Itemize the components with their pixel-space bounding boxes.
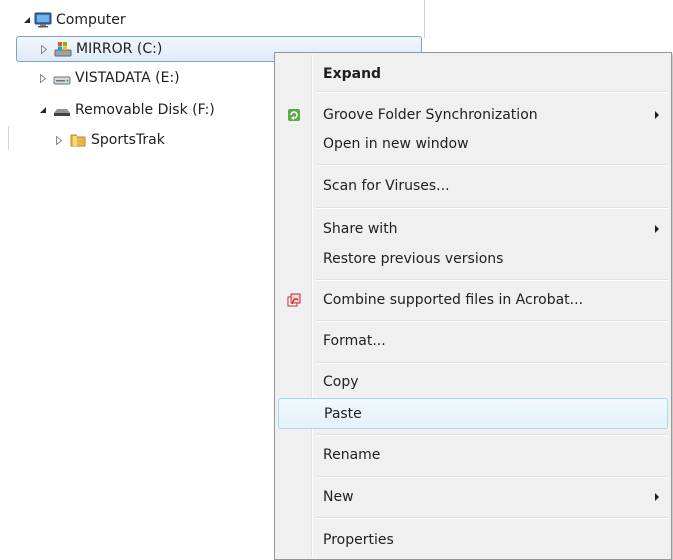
menu-item-label: Format... <box>323 333 386 349</box>
tree-item-computer[interactable]: Computer <box>22 8 126 32</box>
submenu-arrow-icon <box>654 224 660 234</box>
acrobat-icon <box>286 292 302 308</box>
menu-separator <box>316 207 668 209</box>
tree-item-removable-disk-f[interactable]: Removable Disk (F:) <box>38 98 215 122</box>
hard-drive-icon <box>53 70 71 86</box>
menu-item-share-with[interactable]: Share with <box>278 216 668 242</box>
pane-divider <box>424 0 425 38</box>
menu-item-expand[interactable]: Expand <box>278 61 668 87</box>
menu-item-label: Expand <box>323 66 382 82</box>
collapsed-arrow-icon[interactable] <box>54 135 64 145</box>
menu-item-label: Paste <box>324 405 362 422</box>
menu-separator <box>316 279 668 281</box>
menu-item-label: Copy <box>323 374 359 390</box>
folder-icon <box>69 132 87 148</box>
expanded-arrow-icon[interactable] <box>22 15 32 25</box>
tree-item-sportstrak[interactable]: SportsTrak <box>54 128 165 152</box>
windows-drive-icon <box>54 41 72 57</box>
menu-item-paste[interactable]: Paste <box>278 398 668 429</box>
menu-item-label: Rename <box>323 447 381 463</box>
tree-item-label: VISTADATA (E:) <box>75 70 180 86</box>
collapsed-arrow-icon[interactable] <box>38 73 48 83</box>
menu-item-scan-viruses[interactable]: Scan for Viruses... <box>278 173 668 199</box>
menu-item-rename[interactable]: Rename <box>278 442 668 468</box>
groove-icon <box>286 107 302 123</box>
menu-separator <box>316 517 668 519</box>
menu-item-label: Restore previous versions <box>323 251 504 267</box>
menu-item-copy[interactable]: Copy <box>278 369 668 395</box>
context-menu: Expand Groove Folder Synchronization Ope… <box>274 52 672 560</box>
submenu-arrow-icon <box>654 492 660 502</box>
menu-item-label: Share with <box>323 221 398 237</box>
collapsed-arrow-icon[interactable] <box>39 44 49 54</box>
menu-item-label: New <box>323 489 354 505</box>
menu-item-label: Groove Folder Synchronization <box>323 107 538 123</box>
tree-item-label: SportsTrak <box>91 132 165 148</box>
menu-separator <box>316 434 668 436</box>
submenu-arrow-icon <box>654 110 660 120</box>
menu-item-label: Properties <box>323 532 394 548</box>
menu-item-properties[interactable]: Properties <box>278 527 668 553</box>
menu-item-label: Scan for Viruses... <box>323 178 450 194</box>
menu-item-combine-acrobat[interactable]: Combine supported files in Acrobat... <box>278 287 668 313</box>
computer-icon <box>34 12 52 28</box>
menu-separator <box>316 320 668 322</box>
tree-item-label: MIRROR (C:) <box>76 41 163 57</box>
menu-item-new[interactable]: New <box>278 484 668 510</box>
menu-item-open-new-window[interactable]: Open in new window <box>278 131 668 157</box>
tree-item-label: Removable Disk (F:) <box>75 102 215 118</box>
menu-item-format[interactable]: Format... <box>278 328 668 354</box>
expanded-arrow-icon[interactable] <box>38 105 48 115</box>
removable-disk-icon <box>53 102 71 118</box>
menu-separator <box>316 476 668 478</box>
menu-separator <box>316 362 668 364</box>
tree-item-label: Computer <box>56 12 126 28</box>
tree-guide-line <box>8 126 9 150</box>
menu-separator <box>316 91 668 93</box>
menu-separator <box>316 164 668 166</box>
menu-item-restore-versions[interactable]: Restore previous versions <box>278 246 668 272</box>
menu-item-label: Combine supported files in Acrobat... <box>323 292 584 308</box>
tree-item-vistadata-e[interactable]: VISTADATA (E:) <box>38 66 180 90</box>
menu-item-label: Open in new window <box>323 136 469 152</box>
menu-item-groove-sync[interactable]: Groove Folder Synchronization <box>278 102 668 128</box>
